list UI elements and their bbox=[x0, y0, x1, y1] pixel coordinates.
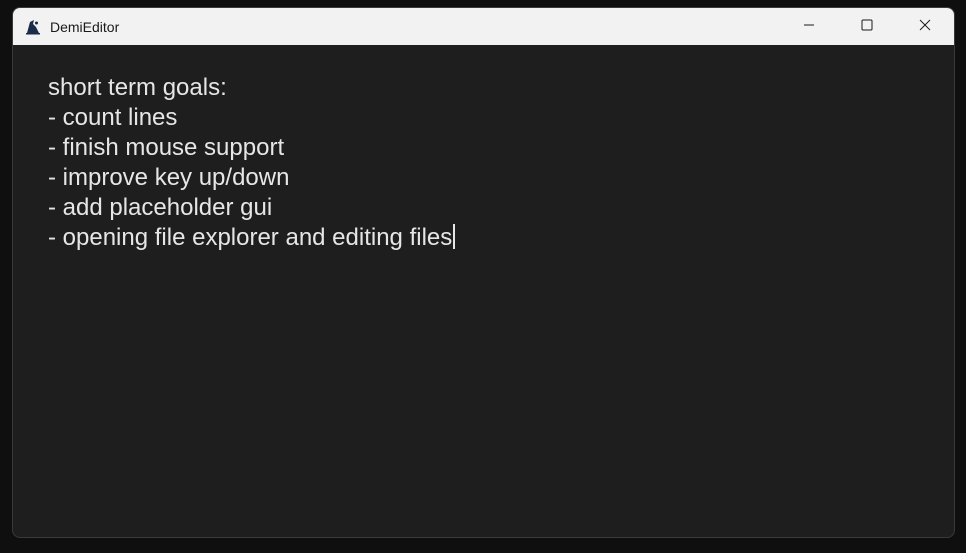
editor-line-text: - opening file explorer and editing file… bbox=[48, 224, 453, 251]
minimize-icon bbox=[803, 18, 815, 36]
window-controls bbox=[780, 8, 954, 45]
close-icon bbox=[919, 18, 931, 36]
maximize-button[interactable] bbox=[838, 8, 896, 45]
editor-window: DemiEditor short term goals: - count lin… bbox=[12, 7, 955, 538]
editor-line: - count lines bbox=[48, 104, 178, 131]
text-editor-area[interactable]: short term goals: - count lines - finish… bbox=[13, 45, 954, 537]
wizard-hat-icon bbox=[24, 18, 42, 36]
maximize-icon bbox=[861, 18, 873, 36]
minimize-button[interactable] bbox=[780, 8, 838, 45]
window-title: DemiEditor bbox=[50, 18, 120, 35]
editor-line: short term goals: bbox=[48, 74, 227, 101]
close-button[interactable] bbox=[896, 8, 954, 45]
editor-line: - improve key up/down bbox=[48, 164, 290, 191]
text-caret bbox=[453, 224, 456, 249]
title-bar[interactable]: DemiEditor bbox=[13, 8, 954, 45]
editor-line: - finish mouse support bbox=[48, 134, 285, 161]
editor-line-last: - opening file explorer and editing file… bbox=[48, 223, 954, 253]
editor-line: - add placeholder gui bbox=[48, 194, 273, 221]
